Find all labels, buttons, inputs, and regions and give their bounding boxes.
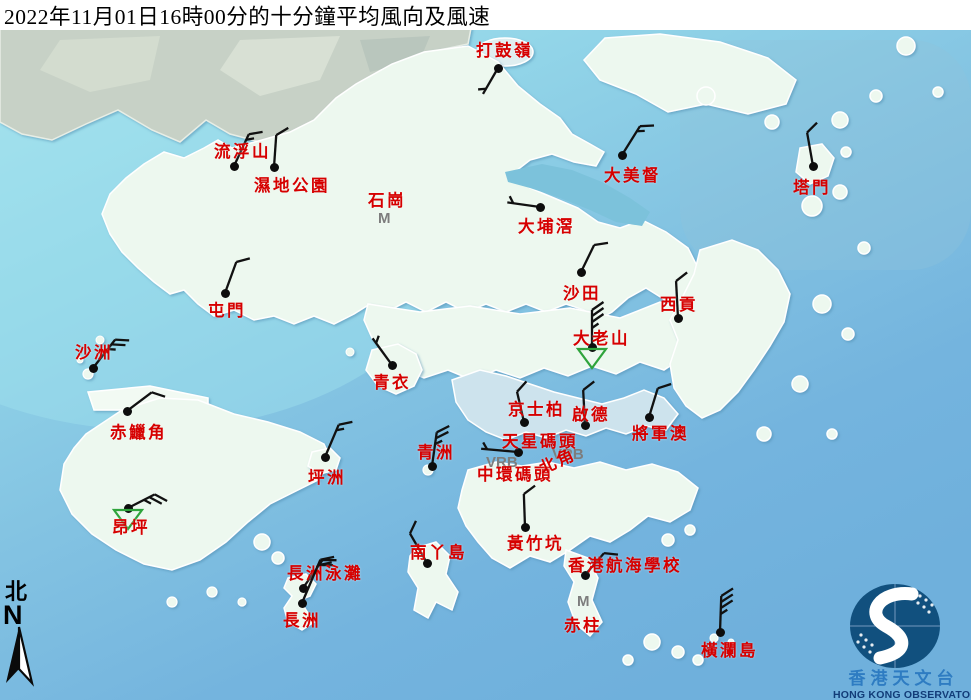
station-label: 沙洲: [75, 344, 113, 361]
station-layer: 打鼓嶺流浮山濕地公園M石崗大美督塔門大埔滘沙田屯門西貢沙洲大老山青衣赤鱲角京士柏…: [0, 0, 971, 700]
hko-logo: 香港天文台 HONG KONG OBSERVATORY: [836, 580, 971, 700]
station-label: 赤鱲角: [110, 424, 167, 441]
station-dot: [270, 163, 279, 172]
station-dot: [809, 162, 818, 171]
station-label: 啟德: [572, 406, 610, 423]
station-label: 濕地公園: [254, 177, 330, 194]
map-title: 2022年11月01日16時00分的十分鐘平均風向及風速: [0, 0, 490, 31]
station-dot: [221, 289, 230, 298]
station-dot: [618, 151, 627, 160]
station-label: 將軍澳: [632, 425, 689, 442]
station-dot: [230, 162, 239, 171]
station-label: 流浮山: [214, 143, 271, 160]
station-label: 大老山: [573, 330, 630, 347]
station-label: 黃竹坑: [507, 535, 564, 552]
station-label: 沙田: [563, 285, 601, 302]
station-dot: [577, 268, 586, 277]
station-dot: [298, 599, 307, 608]
station-dot: [674, 314, 683, 323]
compass-needle-icon: [2, 625, 42, 695]
station-dot: [494, 64, 503, 73]
station-dot: [123, 407, 132, 416]
station-label: 長洲泳灘: [287, 565, 363, 582]
station-label: 橫瀾島: [701, 642, 758, 659]
station-dot: [388, 361, 397, 370]
north-compass: 北 N: [2, 581, 42, 695]
station-label: 赤柱: [564, 617, 602, 634]
title-bar: 2022年11月01日16時00分的十分鐘平均風向及風速: [0, 0, 971, 30]
station-label: 昂坪: [112, 519, 150, 536]
missing-data-indicator: M: [378, 210, 391, 227]
station-label: 青衣: [373, 374, 411, 391]
compass-north-en: N: [3, 603, 42, 627]
station-label: 屯門: [208, 302, 246, 319]
station-label: 長洲: [283, 612, 321, 629]
station-dot: [521, 523, 530, 532]
hko-logo-name-cn: 香港天文台: [836, 670, 971, 689]
station-dot: [299, 584, 308, 593]
hko-logo-name-en: HONG KONG OBSERVATORY: [833, 689, 971, 700]
wind-map-page: 2022年11月01日16時00分的十分鐘平均風向及風速 打鼓嶺流浮山濕地公園 M…: [0, 0, 971, 700]
station-label: 京士柏: [508, 401, 565, 418]
station-dot: [89, 364, 98, 373]
station-label: 塔門: [793, 179, 831, 196]
station-label: 南丫島: [410, 544, 467, 561]
hko-logo-icon: [836, 580, 971, 668]
station-label: 大美督: [604, 167, 661, 184]
station-dot: [428, 462, 437, 471]
station-dot: [536, 203, 545, 212]
station-dot: [716, 628, 725, 637]
station-label: 青洲: [417, 444, 455, 461]
station-label: 打鼓嶺: [476, 42, 533, 59]
station-dot: [124, 504, 133, 513]
station-dot: [645, 413, 654, 422]
station-label: 西貢: [660, 296, 698, 313]
station-label: 坪洲: [308, 469, 346, 486]
station-label: 香港航海學校: [568, 557, 682, 574]
station-label: 石崗: [368, 192, 406, 209]
missing-data-indicator: M: [577, 593, 590, 610]
station-label: 大埔滘: [518, 218, 575, 235]
station-dot: [321, 453, 330, 462]
